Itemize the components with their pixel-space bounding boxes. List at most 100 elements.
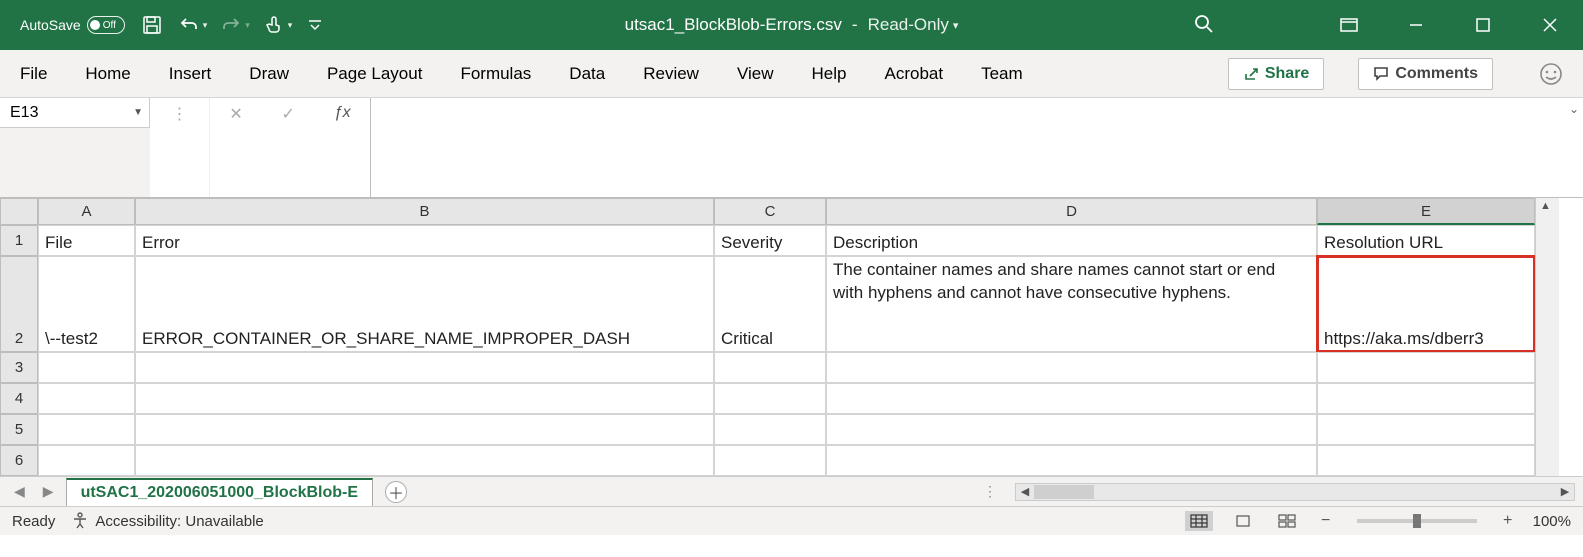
cell-c6[interactable] <box>714 445 826 476</box>
redo-button[interactable]: ▾ <box>221 15 250 35</box>
expand-formula-bar-icon[interactable]: ⌄ <box>1569 102 1579 116</box>
cell-d3[interactable] <box>826 352 1317 383</box>
zoom-out-button[interactable]: − <box>1317 512 1335 530</box>
cell-a3[interactable] <box>38 352 135 383</box>
cell-c5[interactable] <box>714 414 826 445</box>
chevron-down-icon[interactable]: ▾ <box>203 20 208 31</box>
tab-home[interactable]: Home <box>83 60 132 88</box>
scroll-up-icon[interactable]: ▲ <box>1540 200 1551 212</box>
tab-review[interactable]: Review <box>641 60 701 88</box>
cell-c1[interactable]: Severity <box>714 225 826 256</box>
chevron-down-icon[interactable]: ▼ <box>133 107 143 118</box>
column-header-d[interactable]: D <box>826 198 1317 225</box>
touch-mode-button[interactable]: ▾ <box>264 15 293 35</box>
read-only-dropdown[interactable]: Read-Only ▾ <box>868 15 959 35</box>
scrollbar-thumb[interactable] <box>1034 485 1094 499</box>
row-header-5[interactable]: 5 <box>0 414 38 445</box>
insert-function-icon[interactable]: ƒx <box>334 104 351 122</box>
cell-e5[interactable] <box>1317 414 1535 445</box>
chevron-down-icon[interactable]: ▾ <box>245 20 250 31</box>
column-header-b[interactable]: B <box>135 198 714 225</box>
scroll-right-icon[interactable]: ▶ <box>1556 484 1574 500</box>
close-button[interactable] <box>1516 0 1583 50</box>
tab-team[interactable]: Team <box>979 60 1025 88</box>
sheet-nav-prev[interactable]: ◀ <box>8 483 31 500</box>
cell-d6[interactable] <box>826 445 1317 476</box>
cell-e2[interactable]: https://aka.ms/dberr3 <box>1317 256 1535 352</box>
cell-a6[interactable] <box>38 445 135 476</box>
cell-e3[interactable] <box>1317 352 1535 383</box>
tab-file[interactable]: File <box>18 60 49 88</box>
ribbon-display-options-button[interactable] <box>1315 0 1382 50</box>
row-header-3[interactable]: 3 <box>0 352 38 383</box>
cell-a4[interactable] <box>38 383 135 414</box>
share-button[interactable]: Share <box>1228 58 1324 90</box>
cell-e4[interactable] <box>1317 383 1535 414</box>
cell-b5[interactable] <box>135 414 714 445</box>
cell-e6[interactable] <box>1317 445 1535 476</box>
save-icon[interactable] <box>139 12 165 38</box>
accessibility-status[interactable]: Accessibility: Unavailable <box>71 512 263 530</box>
page-layout-view-icon[interactable] <box>1229 511 1257 531</box>
zoom-level[interactable]: 100% <box>1533 513 1571 530</box>
cell-b6[interactable] <box>135 445 714 476</box>
cell-d2[interactable]: The container names and share names cann… <box>826 256 1317 352</box>
comments-button[interactable]: Comments <box>1358 58 1493 90</box>
tab-insert[interactable]: Insert <box>167 60 214 88</box>
tab-view[interactable]: View <box>735 60 776 88</box>
row-header-1[interactable]: 1 <box>0 225 38 256</box>
row-header-4[interactable]: 4 <box>0 383 38 414</box>
enter-formula-icon[interactable]: ✓ <box>282 104 295 124</box>
cell-b2[interactable]: ERROR_CONTAINER_OR_SHARE_NAME_IMPROPER_D… <box>135 256 714 352</box>
autosave-toggle[interactable]: AutoSave Off <box>20 16 125 34</box>
cell-b3[interactable] <box>135 352 714 383</box>
scroll-left-icon[interactable]: ◀ <box>1016 484 1034 500</box>
horizontal-scrollbar[interactable]: ◀ ▶ <box>1015 483 1575 501</box>
cell-b1[interactable]: Error <box>135 225 714 256</box>
cell-c4[interactable] <box>714 383 826 414</box>
status-bar: Ready Accessibility: Unavailable − + 100… <box>0 506 1583 535</box>
chevron-down-icon[interactable]: ▾ <box>288 20 293 31</box>
cell-e1[interactable]: Resolution URL <box>1317 225 1535 256</box>
spreadsheet-grid[interactable]: A B C D E ▲ 1 File Error Severity Descri… <box>0 198 1583 476</box>
cell-a1[interactable]: File <box>38 225 135 256</box>
maximize-button[interactable] <box>1449 0 1516 50</box>
cell-d1[interactable]: Description <box>826 225 1317 256</box>
sheet-nav-next[interactable]: ▶ <box>37 483 60 500</box>
cell-a5[interactable] <box>38 414 135 445</box>
vertical-scrollbar[interactable]: ▲ <box>1535 198 1559 476</box>
tab-data[interactable]: Data <box>567 60 607 88</box>
zoom-in-button[interactable]: + <box>1499 512 1517 530</box>
add-sheet-button[interactable]: ＋ <box>385 481 407 503</box>
feedback-smiley-icon[interactable] <box>1537 60 1565 88</box>
zoom-slider[interactable] <box>1357 519 1477 523</box>
select-all-corner[interactable] <box>0 198 38 225</box>
row-header-2[interactable]: 2 <box>0 256 38 352</box>
cell-d5[interactable] <box>826 414 1317 445</box>
customize-qat-button[interactable] <box>306 12 324 38</box>
cell-d4[interactable] <box>826 383 1317 414</box>
name-box[interactable]: E13 ▼ <box>0 98 150 128</box>
column-header-c[interactable]: C <box>714 198 826 225</box>
formula-input[interactable]: ⌄ <box>370 98 1583 197</box>
tab-formulas[interactable]: Formulas <box>458 60 533 88</box>
cell-c3[interactable] <box>714 352 826 383</box>
cell-c2[interactable]: Critical <box>714 256 826 352</box>
cancel-formula-icon[interactable]: ✕ <box>229 104 242 124</box>
column-header-e[interactable]: E <box>1317 198 1535 225</box>
cell-a2[interactable]: \--test2 <box>38 256 135 352</box>
tab-draw[interactable]: Draw <box>247 60 291 88</box>
cell-b4[interactable] <box>135 383 714 414</box>
tab-page-layout[interactable]: Page Layout <box>325 60 424 88</box>
tab-acrobat[interactable]: Acrobat <box>882 60 945 88</box>
search-button[interactable] <box>1193 13 1315 38</box>
sheet-tab-active[interactable]: utSAC1_202006051000_BlockBlob-E <box>66 478 373 506</box>
undo-button[interactable]: ▾ <box>179 15 208 35</box>
minimize-button[interactable] <box>1382 0 1449 50</box>
row-header-6[interactable]: 6 <box>0 445 38 476</box>
page-break-view-icon[interactable] <box>1273 511 1301 531</box>
sheet-splitter[interactable]: ⋮ <box>983 483 1009 500</box>
column-header-a[interactable]: A <box>38 198 135 225</box>
tab-help[interactable]: Help <box>810 60 849 88</box>
normal-view-icon[interactable] <box>1185 511 1213 531</box>
